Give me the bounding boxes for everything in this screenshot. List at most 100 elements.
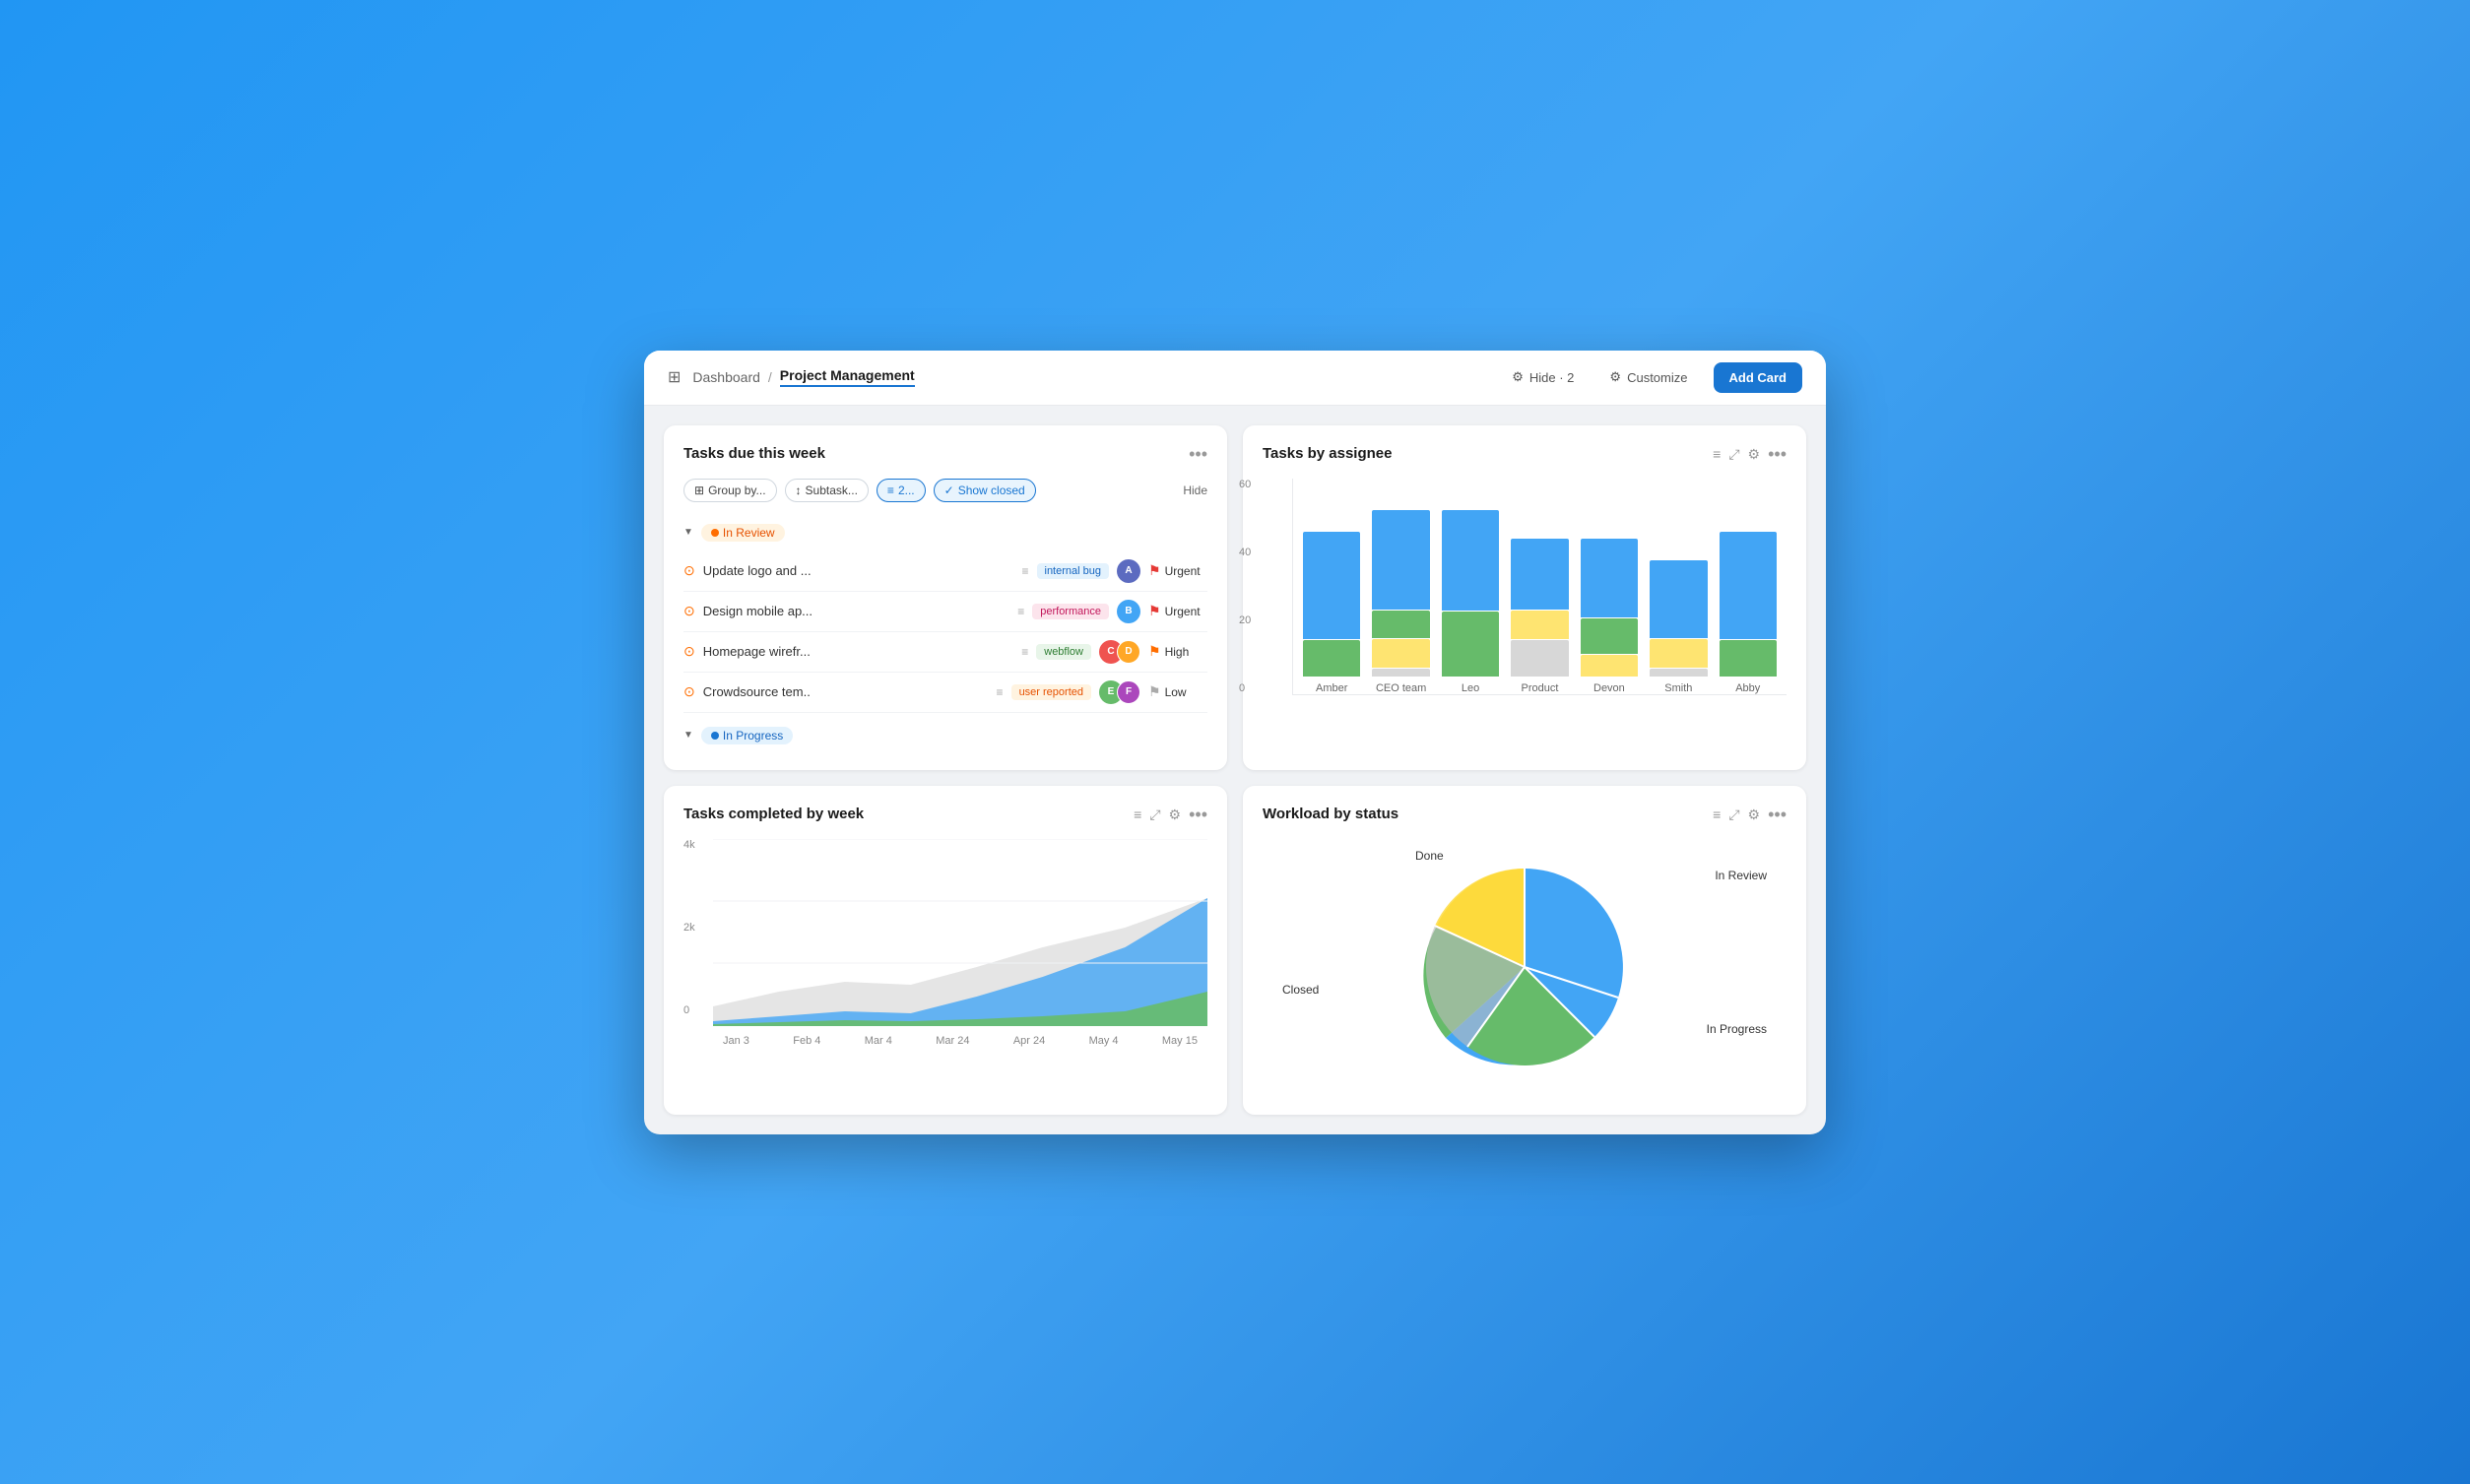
completed-card-title: Tasks completed by week xyxy=(683,806,864,822)
expand-icon[interactable]: ⤢ xyxy=(1728,447,1739,461)
more-icon[interactable]: ••• xyxy=(1189,445,1207,463)
task-row[interactable]: ⊙ Homepage wirefr... ≡ webflow C D ⚑ Hig… xyxy=(683,632,1207,673)
task-name: Design mobile ap... xyxy=(703,604,1009,618)
assignee-card: Tasks by assignee ≡ ⤢ ⚙ ••• 60 40 20 0 A… xyxy=(1243,425,1806,770)
bar-label: Abby xyxy=(1735,682,1760,694)
task-row[interactable]: ⊙ Update logo and ... ≡ internal bug A ⚑… xyxy=(683,551,1207,592)
bar-segment xyxy=(1511,640,1568,676)
add-card-button[interactable]: Add Card xyxy=(1714,362,1803,393)
priority-flag-icon: ⚑ xyxy=(1148,603,1161,619)
breadcrumb-separator: / xyxy=(768,369,772,385)
bar-segment xyxy=(1650,669,1707,676)
bar-label: Amber xyxy=(1316,682,1347,694)
status-dot xyxy=(711,732,719,740)
customize-button[interactable]: ⚙ Customize xyxy=(1599,363,1697,391)
task-assignee: C D xyxy=(1099,640,1140,664)
expand-icon[interactable]: ⤢ xyxy=(1728,807,1739,821)
workload-card-title: Workload by status xyxy=(1263,806,1398,822)
filter-icon[interactable]: ≡ xyxy=(1134,807,1141,821)
show-closed-filter[interactable]: ✓ Show closed xyxy=(934,479,1036,502)
bar-group: Product xyxy=(1511,539,1568,693)
task-name: Update logo and ... xyxy=(703,563,1014,578)
task-row[interactable]: ⊙ Crowdsource tem.. ≡ user reported E F … xyxy=(683,673,1207,713)
bar-stack xyxy=(1372,510,1429,677)
task-lines-icon: ≡ xyxy=(1021,564,1028,578)
dashboard-content: Tasks due this week ••• ⊞ Group by... ↕ … xyxy=(644,406,1826,1134)
pie-label-in-review: In Review xyxy=(1715,869,1767,882)
count-filter[interactable]: ≡ 2... xyxy=(877,479,926,502)
pie-label-in-progress: In Progress xyxy=(1707,1022,1767,1036)
tasks-card-header: Tasks due this week ••• xyxy=(683,445,1207,463)
filter-icon[interactable]: ≡ xyxy=(1713,447,1721,461)
settings-icon[interactable]: ⚙ xyxy=(1748,807,1761,821)
workload-card-header: Workload by status ≡ ⤢ ⚙ ••• xyxy=(1263,806,1787,823)
filter-icon: ⚙ xyxy=(1512,369,1524,385)
bar-group: Abby xyxy=(1720,532,1777,694)
task-row[interactable]: ⊙ Design mobile ap... ≡ performance B ⚑ … xyxy=(683,592,1207,632)
workload-card-actions: ≡ ⤢ ⚙ ••• xyxy=(1713,806,1787,823)
bar-segment xyxy=(1581,539,1638,617)
breadcrumb-dashboard[interactable]: Dashboard xyxy=(692,369,760,385)
bar-segment xyxy=(1720,532,1777,639)
settings-icon[interactable]: ⚙ xyxy=(1169,807,1182,821)
filter-icon[interactable]: ≡ xyxy=(1713,807,1721,821)
group-by-filter[interactable]: ⊞ Group by... xyxy=(683,479,777,502)
bar-group: Smith xyxy=(1650,560,1707,693)
task-status-icon: ⊙ xyxy=(683,683,695,700)
bar-chart: Amber CEO team Leo Product Devon Smith Abby xyxy=(1292,479,1787,695)
tasks-list: ⊙ Update logo and ... ≡ internal bug A ⚑… xyxy=(683,551,1207,713)
task-lines-icon: ≡ xyxy=(997,685,1004,699)
more-icon[interactable]: ••• xyxy=(1189,806,1207,823)
task-status-icon: ⊙ xyxy=(683,603,695,619)
filter-lines-icon: ≡ xyxy=(887,484,894,497)
bar-stack xyxy=(1442,510,1499,677)
more-icon[interactable]: ••• xyxy=(1768,445,1787,463)
bar-segment xyxy=(1511,611,1568,639)
bar-segment xyxy=(1303,640,1360,676)
priority-flag-icon: ⚑ xyxy=(1148,562,1161,579)
assignee-card-header: Tasks by assignee ≡ ⤢ ⚙ ••• xyxy=(1263,445,1787,463)
chevron-down-icon[interactable]: ▼ xyxy=(683,527,693,538)
breadcrumb-current: Project Management xyxy=(780,367,915,387)
priority-flag-icon: ⚑ xyxy=(1148,643,1161,660)
bar-segment xyxy=(1650,639,1707,668)
bar-segment xyxy=(1372,510,1429,610)
task-assignee: E F xyxy=(1099,680,1140,704)
tasks-card-title: Tasks due this week xyxy=(683,445,825,462)
subtask-filter[interactable]: ↕ Subtask... xyxy=(785,479,869,502)
bar-stack xyxy=(1650,560,1707,676)
completed-card-header: Tasks completed by week ≡ ⤢ ⚙ ••• xyxy=(683,806,1207,823)
bar-group: Amber xyxy=(1303,532,1360,694)
task-lines-icon: ≡ xyxy=(1021,645,1028,659)
task-tag: user reported xyxy=(1011,684,1091,700)
hide-button[interactable]: ⚙ Hide · 2 xyxy=(1502,363,1584,391)
chevron-down-icon-2[interactable]: ▼ xyxy=(683,730,693,741)
task-assignee: A xyxy=(1117,559,1140,583)
in-review-group-header: ▼ In Review xyxy=(683,518,1207,548)
task-lines-icon: ≡ xyxy=(1017,605,1024,618)
bar-segment xyxy=(1581,655,1638,677)
bar-label: Product xyxy=(1522,682,1559,694)
in-progress-badge: In Progress xyxy=(701,727,793,744)
bar-stack xyxy=(1303,532,1360,677)
completed-card: Tasks completed by week ≡ ⤢ ⚙ ••• 4k 2k … xyxy=(664,786,1227,1115)
settings-icon[interactable]: ⚙ xyxy=(1748,447,1761,461)
bar-group: CEO team xyxy=(1372,510,1429,694)
bar-label: Leo xyxy=(1462,682,1479,694)
avatar: D xyxy=(1117,640,1140,664)
bar-segment xyxy=(1442,510,1499,611)
bar-label: Smith xyxy=(1664,682,1692,694)
subtask-icon: ↕ xyxy=(796,484,802,497)
hide-column-btn[interactable]: Hide xyxy=(1183,484,1207,497)
bar-segment xyxy=(1720,640,1777,676)
assignee-card-title: Tasks by assignee xyxy=(1263,445,1392,462)
bar-segment xyxy=(1372,669,1429,676)
area-chart-svg xyxy=(713,839,1207,1026)
bar-group: Leo xyxy=(1442,510,1499,694)
bar-label: Devon xyxy=(1593,682,1625,694)
top-nav: ⊞ Dashboard / Project Management ⚙ Hide … xyxy=(644,351,1826,406)
expand-icon[interactable]: ⤢ xyxy=(1149,807,1160,821)
more-icon[interactable]: ••• xyxy=(1768,806,1787,823)
task-priority: ⚑ Low xyxy=(1148,683,1207,700)
customize-icon: ⚙ xyxy=(1609,369,1621,385)
